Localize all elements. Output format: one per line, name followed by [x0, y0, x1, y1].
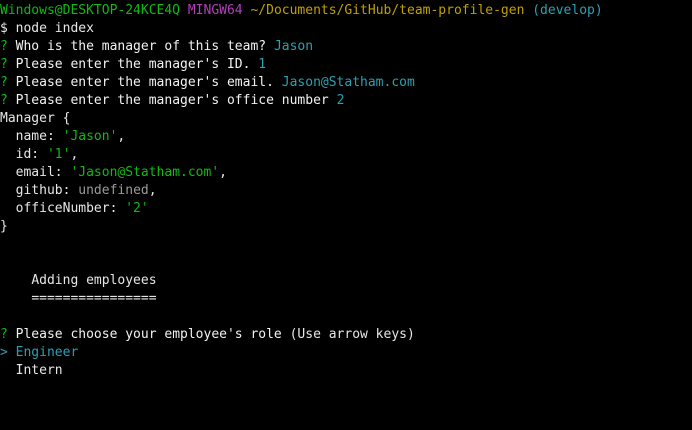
- manager-field-github: github: undefined,: [0, 182, 692, 200]
- terminal-window[interactable]: Windows@DESKTOP-24KCE4Q MINGW64 ~/Docume…: [0, 0, 692, 430]
- question-manager-id: ? Please enter the manager's ID. 1: [0, 56, 692, 74]
- role-option-label[interactable]: Intern: [16, 363, 63, 378]
- command-line: $ node index: [0, 20, 692, 38]
- question-manager-office: ? Please enter the manager's office numb…: [0, 92, 692, 110]
- field-key: email:: [15, 165, 63, 180]
- manager-object-open: Manager {: [0, 111, 71, 126]
- question-manager-email: ? Please enter the manager's email. Jaso…: [0, 74, 692, 92]
- role-question-hint: (Use arrow keys): [289, 327, 415, 342]
- manager-object-close: }: [0, 219, 8, 234]
- field-value: 'Jason': [62, 129, 118, 144]
- question-mark-icon: ?: [0, 57, 8, 72]
- question-mark-icon: ?: [0, 93, 8, 108]
- answer-text: Jason: [273, 39, 314, 54]
- manager-field-email: email: 'Jason@Statham.com',: [0, 164, 692, 182]
- question-manager-name: ? Who is the manager of this team? Jason: [0, 38, 692, 56]
- field-key: name:: [15, 129, 55, 144]
- answer-text: 2: [336, 93, 345, 108]
- answer-text: Jason@Statham.com: [281, 75, 415, 90]
- section-underline-line: ================: [0, 290, 692, 308]
- field-suffix: ,: [70, 147, 79, 162]
- field-key: github:: [15, 183, 71, 198]
- section-title-line: Adding employees: [0, 272, 692, 290]
- command-text: node index: [15, 21, 94, 36]
- role-option-intern[interactable]: Intern: [0, 362, 692, 380]
- prompt-symbol: $: [0, 21, 8, 36]
- prompt-path: ~/Documents/GitHub/team-profile-gen: [250, 3, 525, 18]
- question-mark-icon: ?: [0, 75, 8, 90]
- manager-field-office-number: officeNumber: '2': [0, 200, 692, 218]
- question-text: Please enter the manager's email.: [15, 75, 274, 90]
- prompt-shell: MINGW64: [187, 3, 243, 18]
- question-text: Who is the manager of this team?: [15, 39, 267, 54]
- prompt-user-host: Windows@DESKTOP-24KCE4Q: [0, 3, 181, 18]
- shell-prompt-line: Windows@DESKTOP-24KCE4Q MINGW64 ~/Docume…: [0, 2, 692, 20]
- field-key: officeNumber:: [15, 201, 118, 216]
- section-title: Adding employees: [31, 273, 157, 288]
- question-text: Please enter the manager's office number: [15, 93, 329, 108]
- role-option-engineer[interactable]: > Engineer: [0, 344, 692, 362]
- role-question-line: ? Please choose your employee's role (Us…: [0, 326, 692, 344]
- question-text: Please enter the manager's ID.: [15, 57, 251, 72]
- field-value: undefined: [78, 183, 149, 198]
- field-suffix: ,: [219, 165, 227, 180]
- field-suffix: ,: [148, 183, 157, 198]
- field-suffix: ,: [117, 129, 126, 144]
- manager-field-id: id: '1',: [0, 146, 692, 164]
- manager-field-name: name: 'Jason',: [0, 128, 692, 146]
- section-underline: ================: [31, 291, 157, 306]
- field-value: '2': [125, 201, 149, 216]
- question-mark-icon: ?: [0, 327, 8, 342]
- field-key: id:: [15, 147, 40, 162]
- role-question-text: Please choose your employee's role: [15, 327, 282, 342]
- prompt-branch: (develop): [532, 3, 603, 18]
- selection-pointer-icon: >: [0, 345, 8, 360]
- answer-text: 1: [258, 57, 267, 72]
- field-value: '1': [46, 147, 71, 162]
- question-mark-icon: ?: [0, 39, 8, 54]
- role-option-label[interactable]: Engineer: [16, 345, 79, 360]
- field-value: 'Jason@Statham.com': [70, 165, 220, 180]
